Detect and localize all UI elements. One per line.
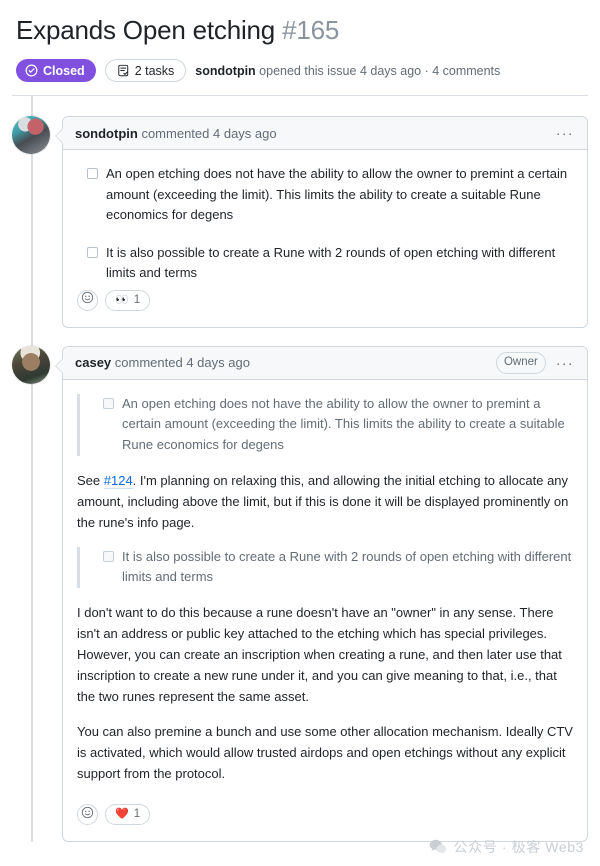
issue-meta-text: sondotpin opened this issue 4 days ago ·… (195, 63, 501, 78)
heart-reaction[interactable]: ❤️ 1 (105, 804, 151, 826)
task-list-item: It is also possible to create a Rune wit… (77, 243, 573, 284)
add-reaction-button[interactable] (77, 804, 98, 826)
kebab-menu-icon[interactable]: ··· (556, 356, 575, 370)
comment-author-link[interactable]: casey (75, 355, 111, 370)
comment-box: casey commented 4 days ago Owner ··· An … (55, 345, 588, 843)
comment-action-label: commented (114, 355, 183, 371)
smiley-icon (81, 291, 94, 309)
reaction-bar: 👀 1 (77, 284, 573, 319)
task-list-item: It is also possible to create a Rune wit… (93, 547, 573, 588)
comment-box: sondotpin commented 4 days ago ··· An op… (55, 116, 588, 328)
issue-title-text: Expands Open etching (16, 15, 276, 45)
task-list-item: An open etching does not have the abilit… (77, 164, 573, 226)
issue-author-link[interactable]: sondotpin (195, 64, 255, 78)
issue-meta-detail: opened this issue 4 days ago · 4 comment… (255, 63, 501, 78)
comment-author-link[interactable]: sondotpin (75, 126, 138, 141)
eyes-reaction[interactable]: 👀 1 (105, 289, 151, 311)
comment-body: An open etching does not have the abilit… (63, 150, 587, 327)
heart-reaction-count: 1 (133, 807, 141, 820)
task-label: An open etching does not have the abilit… (122, 395, 565, 452)
tasks-progress-label: 2 tasks (134, 63, 175, 78)
issue-reference-link[interactable]: #124 (103, 472, 133, 489)
eyes-reaction-emoji: 👀 (115, 293, 129, 306)
status-badge-label: Closed (43, 63, 85, 78)
watermark: 公众号 · 极客 Web3 (429, 837, 584, 857)
issue-number: #165 (282, 15, 340, 45)
author-association-badge: Owner (495, 352, 546, 374)
comment-timestamp: 4 days ago (186, 355, 250, 371)
reaction-bar: ❤️ 1 (77, 798, 573, 833)
task-label: An open etching does not have the abilit… (106, 166, 568, 223)
wechat-icon (429, 838, 447, 856)
comment-item: casey commented 4 days ago Owner ··· An … (12, 345, 588, 843)
checkbox-unchecked-icon[interactable] (87, 168, 98, 180)
checkbox-unchecked-icon (103, 550, 114, 562)
quoted-task-two: It is also possible to create a Rune wit… (77, 546, 573, 588)
comment-timestamp: 4 days ago (213, 125, 277, 141)
comment-body: An open etching does not have the abilit… (63, 380, 587, 841)
reply-paragraph-two: I don't want to do this because a rune d… (77, 604, 562, 704)
avatar[interactable] (12, 116, 50, 155)
reply-paragraph-three: You can also premine a bunch and use som… (77, 723, 573, 782)
kebab-menu-icon[interactable]: ··· (556, 126, 575, 140)
comment-header: casey commented 4 days ago Owner ··· (63, 346, 587, 380)
task-list: An open etching does not have the abilit… (77, 164, 573, 284)
comment-timeline: sondotpin commented 4 days ago ··· An op… (0, 96, 600, 843)
task-list-item: An open etching does not have the abilit… (93, 394, 573, 456)
comment-item: sondotpin commented 4 days ago ··· An op… (12, 116, 588, 328)
comment-header-text: sondotpin commented 4 days ago (75, 127, 277, 140)
issue-header: Expands Open etching #165 Closed 2 tasks… (0, 0, 600, 95)
add-reaction-button[interactable] (77, 289, 98, 311)
comment-action-label: commented (141, 125, 210, 141)
issue-meta-row: Closed 2 tasks sondotpin opened this iss… (16, 59, 584, 95)
watermark-text: 公众号 · 极客 Web3 (453, 839, 584, 855)
eyes-reaction-count: 1 (133, 293, 141, 306)
status-badge[interactable]: Closed (16, 59, 96, 83)
heart-reaction-emoji: ❤️ (115, 808, 129, 821)
page-title: Expands Open etching #165 (16, 14, 584, 47)
reply-pre-text: See (77, 472, 104, 488)
comment-header-text: casey commented 4 days ago (75, 356, 250, 369)
avatar[interactable] (12, 345, 50, 384)
reply-paragraph-one: See #124. I'm planning on relaxing this,… (77, 470, 573, 533)
task-label: It is also possible to create a Rune wit… (122, 548, 572, 585)
checkbox-unchecked-icon[interactable] (87, 246, 98, 258)
checkbox-unchecked-icon (103, 397, 114, 409)
task-label: It is also possible to create a Rune wit… (106, 244, 556, 281)
tasklist-icon (117, 64, 130, 77)
tasks-progress-button[interactable]: 2 tasks (104, 59, 187, 83)
smiley-icon (81, 806, 94, 824)
reply-post-text: . I'm planning on relaxing this, and all… (77, 472, 569, 530)
issue-page: Expands Open etching #165 Closed 2 tasks… (0, 0, 600, 866)
check-circle-icon (25, 64, 38, 77)
comment-header: sondotpin commented 4 days ago ··· (63, 117, 587, 151)
quoted-task-one: An open etching does not have the abilit… (77, 393, 573, 456)
